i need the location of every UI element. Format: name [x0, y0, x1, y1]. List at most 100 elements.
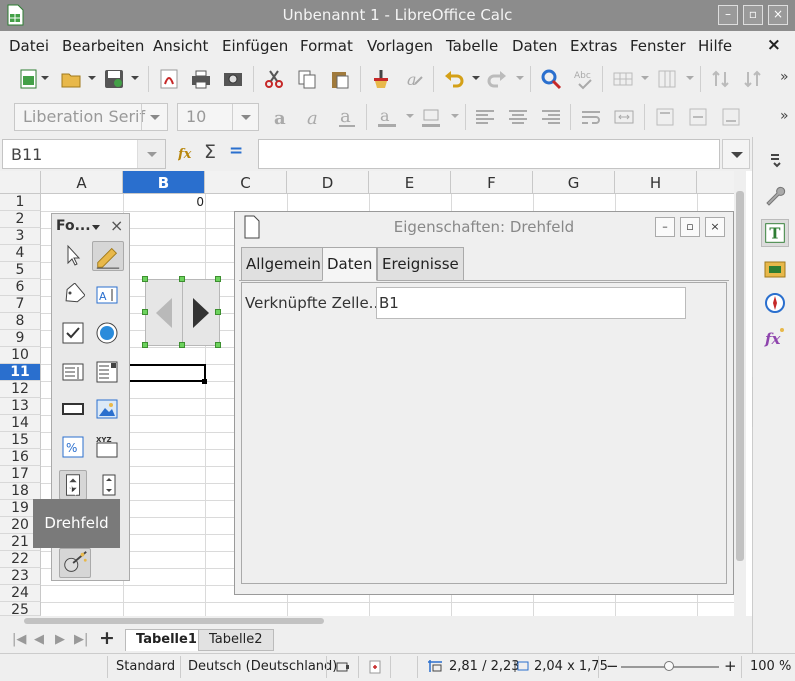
fill-handle[interactable]	[202, 379, 207, 384]
tab-ereignisse[interactable]: Ereignisse	[377, 247, 464, 281]
name-box-dropdown-arrow[interactable]	[137, 140, 165, 168]
row-header-24[interactable]: 24	[0, 585, 41, 602]
menu-hilfe[interactable]: Hilfe	[698, 37, 732, 55]
row-dropdown-arrow[interactable]	[641, 76, 649, 80]
pattern-field-icon[interactable]: XYZ	[95, 435, 119, 459]
spelling-icon[interactable]: Abc	[573, 68, 595, 90]
chevron-down-icon[interactable]	[92, 225, 100, 230]
new-spreadsheet-icon[interactable]	[18, 68, 40, 90]
underline-icon[interactable]: a	[336, 106, 358, 128]
linked-cell-input[interactable]: B1	[376, 287, 686, 319]
menu-einfuegen[interactable]: Einfügen	[222, 37, 288, 55]
language-status[interactable]: Deutsch (Deutschland)	[188, 659, 337, 674]
page-style-status[interactable]: Standard	[116, 659, 175, 674]
navigator-compass-icon[interactable]	[763, 291, 787, 315]
menu-daten[interactable]: Daten	[512, 37, 557, 55]
active-cell-b11[interactable]	[123, 364, 206, 382]
zoom-slider-knob[interactable]	[664, 661, 674, 671]
redo-dropdown-arrow[interactable]	[516, 76, 524, 80]
column-header-f[interactable]: F	[451, 171, 533, 194]
column-header-g[interactable]: G	[533, 171, 615, 194]
font-name-dropdown-arrow[interactable]	[141, 104, 167, 130]
menu-tabelle[interactable]: Tabelle	[446, 37, 498, 55]
column-header-c[interactable]: C	[205, 171, 287, 194]
clone-formatting-icon[interactable]	[370, 68, 392, 90]
row-header-25[interactable]: 25	[0, 602, 41, 616]
align-right-icon[interactable]	[540, 106, 562, 128]
print-icon[interactable]	[190, 68, 212, 90]
combo-box-icon[interactable]	[95, 360, 119, 384]
sheet-tab-tabelle2[interactable]: Tabelle2	[198, 629, 274, 651]
font-size-combo[interactable]: 10	[177, 103, 259, 131]
align-bottom-icon[interactable]	[720, 106, 742, 128]
column-header-i[interactable]	[697, 171, 737, 194]
save-dropdown-arrow[interactable]	[131, 76, 139, 80]
scrollbar-tool-icon[interactable]	[97, 473, 121, 497]
selection-handle[interactable]	[215, 276, 221, 282]
selection-handle[interactable]	[142, 276, 148, 282]
row-icon[interactable]	[612, 68, 634, 90]
close-document-button[interactable]: ×	[767, 35, 781, 55]
column-dropdown-arrow[interactable]	[686, 76, 694, 80]
first-sheet-icon[interactable]: |◀	[12, 632, 26, 647]
export-pdf-icon[interactable]	[158, 68, 180, 90]
copy-icon[interactable]	[296, 68, 318, 90]
gallery-icon[interactable]	[763, 257, 787, 281]
italic-icon[interactable]: a	[303, 106, 325, 128]
column-header-e[interactable]: E	[369, 171, 451, 194]
menu-datei[interactable]: Datei	[9, 37, 49, 55]
function-wizard-icon[interactable]: fx	[178, 144, 196, 162]
row-header-12[interactable]: 12	[0, 381, 41, 398]
spin-button-control[interactable]	[145, 279, 220, 346]
formula-input[interactable]	[258, 139, 720, 169]
close-icon[interactable]: ×	[110, 216, 123, 235]
dialog-maximize-button[interactable]: ▫	[680, 217, 700, 237]
merge-cells-icon[interactable]	[613, 106, 635, 128]
align-left-icon[interactable]	[474, 106, 496, 128]
row-header-11[interactable]: 11	[0, 364, 41, 381]
checkbox-icon[interactable]	[61, 321, 85, 345]
minimize-button[interactable]: –	[718, 5, 738, 25]
row-header-16[interactable]: 16	[0, 449, 41, 466]
row-header-5[interactable]: 5	[0, 262, 41, 279]
dialog-minimize-button[interactable]: –	[655, 217, 675, 237]
selection-handle[interactable]	[142, 309, 148, 315]
row-header-22[interactable]: 22	[0, 551, 41, 568]
row-header-13[interactable]: 13	[0, 398, 41, 415]
option-button-icon[interactable]	[95, 321, 119, 345]
cut-icon[interactable]	[263, 68, 285, 90]
design-mode-icon[interactable]	[92, 241, 124, 271]
formula-equals-icon[interactable]: =	[229, 141, 243, 161]
sort-descending-icon[interactable]	[742, 68, 764, 90]
spin-button-tool-icon[interactable]	[59, 470, 87, 500]
menu-ansicht[interactable]: Ansicht	[153, 37, 208, 55]
bold-icon[interactable]: a	[270, 106, 292, 128]
column-icon[interactable]	[656, 68, 678, 90]
close-window-button[interactable]: ×	[768, 5, 788, 25]
menu-bearbeiten[interactable]: Bearbeiten	[62, 37, 144, 55]
sort-ascending-icon[interactable]	[710, 68, 732, 90]
cell-b1[interactable]: 0	[124, 195, 204, 211]
save-icon[interactable]	[103, 68, 125, 90]
sidebar-menu-icon[interactable]	[763, 147, 787, 171]
styles-icon[interactable]: T	[761, 219, 789, 247]
menu-fenster[interactable]: Fenster	[630, 37, 686, 55]
maximize-button[interactable]: ▫	[743, 5, 763, 25]
selection-handle[interactable]	[215, 342, 221, 348]
text-box-icon[interactable]: A	[95, 283, 119, 307]
row-header-23[interactable]: 23	[0, 568, 41, 585]
row-header-10[interactable]: 10	[0, 347, 41, 364]
selection-handle[interactable]	[179, 342, 185, 348]
formatted-field-icon[interactable]: %	[61, 435, 85, 459]
name-box[interactable]: B11	[2, 139, 166, 169]
dialog-close-button[interactable]: ×	[705, 217, 725, 237]
next-sheet-icon[interactable]: ▶	[55, 632, 65, 647]
selection-handle[interactable]	[142, 342, 148, 348]
align-top-icon[interactable]	[654, 106, 676, 128]
row-header-9[interactable]: 9	[0, 330, 41, 347]
sum-icon[interactable]: Σ	[204, 141, 216, 163]
row-header-7[interactable]: 7	[0, 296, 41, 313]
row-header-4[interactable]: 4	[0, 245, 41, 262]
tab-daten[interactable]: Daten	[322, 247, 378, 281]
column-header-a[interactable]: A	[41, 171, 123, 194]
